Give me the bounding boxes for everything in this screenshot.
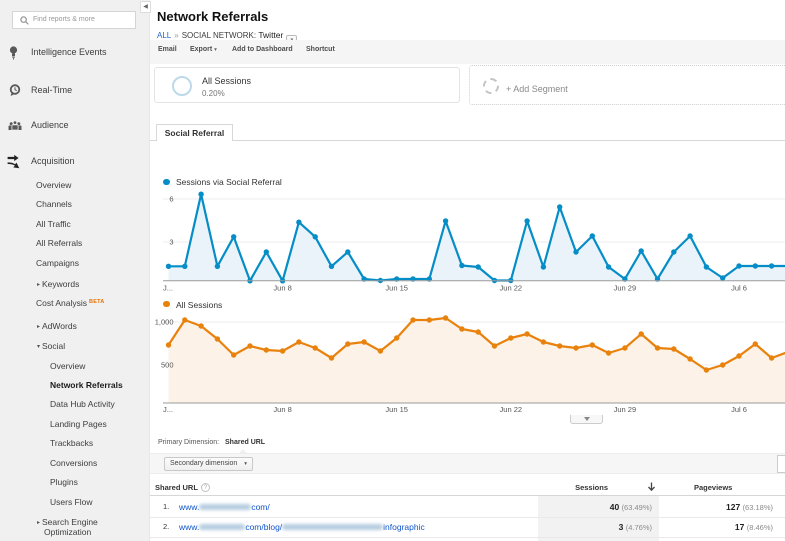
svg-text:J...: J...	[163, 405, 173, 414]
svg-text:3: 3	[169, 238, 173, 247]
svg-text:Jun 8: Jun 8	[273, 284, 291, 293]
svg-text:1,000: 1,000	[155, 318, 174, 327]
svg-text:Jun 15: Jun 15	[385, 405, 408, 414]
svg-text:Jun 29: Jun 29	[614, 405, 637, 414]
svg-text:6: 6	[169, 195, 173, 204]
svg-text:500: 500	[161, 361, 174, 370]
svg-text:J...: J...	[163, 284, 173, 293]
svg-text:Jun 8: Jun 8	[273, 405, 291, 414]
svg-text:Jun 29: Jun 29	[614, 284, 637, 293]
svg-text:Jul 6: Jul 6	[731, 405, 747, 414]
svg-text:Jul 6: Jul 6	[731, 284, 747, 293]
svg-text:Jun 22: Jun 22	[500, 405, 523, 414]
svg-text:Jun 22: Jun 22	[500, 284, 523, 293]
svg-text:Jun 15: Jun 15	[385, 284, 408, 293]
